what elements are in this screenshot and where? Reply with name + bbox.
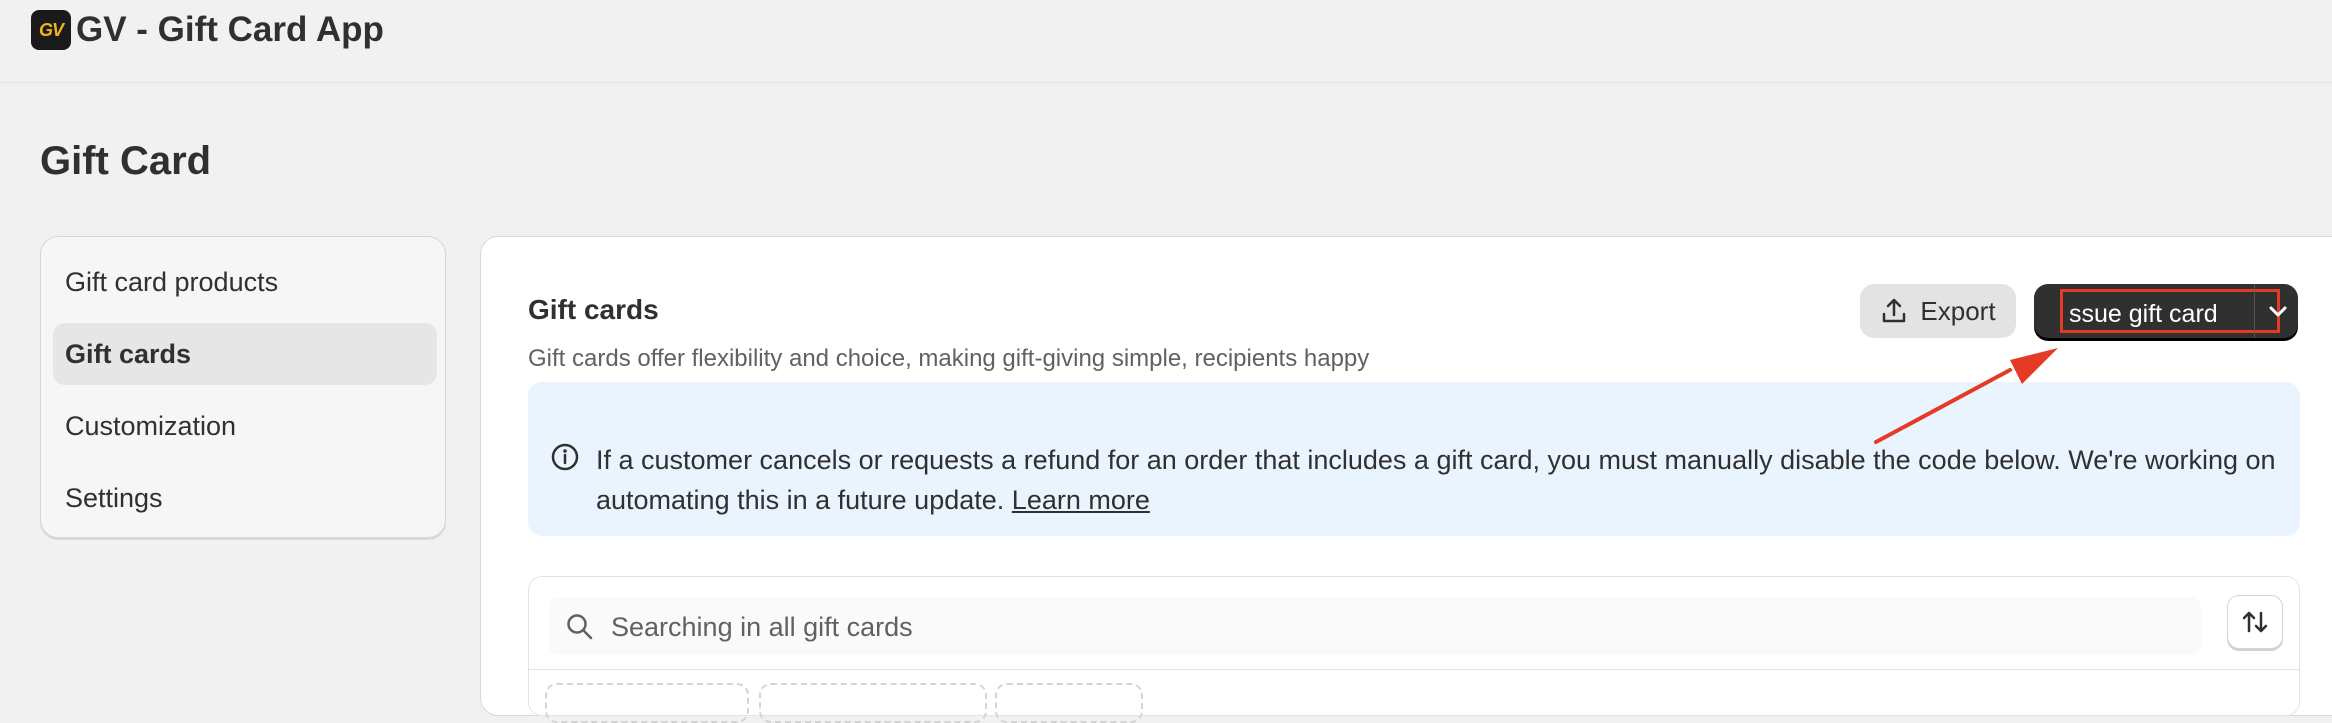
learn-more-link[interactable]: Learn more xyxy=(1012,485,1150,515)
table-divider xyxy=(529,669,2299,670)
sort-button[interactable] xyxy=(2227,595,2283,649)
app-title: GV - Gift Card App xyxy=(76,10,384,49)
section-subtitle: Gift cards offer flexibility and choice,… xyxy=(528,345,1370,372)
chevron-down-icon xyxy=(2269,306,2287,317)
button-divider xyxy=(2254,284,2255,338)
gv-logo: GV xyxy=(31,10,71,50)
sidebar-item-gift-cards[interactable]: Gift cards xyxy=(53,323,437,385)
info-icon xyxy=(551,443,579,471)
banner-text: If a customer cancels or requests a refu… xyxy=(596,445,2276,515)
upload-icon xyxy=(1883,298,1906,323)
search-bar[interactable]: Searching in all gift cards xyxy=(549,597,2201,655)
sort-icon xyxy=(2242,611,2268,633)
sidebar-item-settings[interactable]: Settings xyxy=(53,467,437,529)
gift-card-table: Searching in all gift cards xyxy=(528,576,2300,723)
section-title: Gift cards xyxy=(528,294,659,325)
search-icon xyxy=(567,614,593,640)
app-header: GV GV - Gift Card App xyxy=(0,0,2332,83)
filter-pill[interactable] xyxy=(545,683,749,723)
export-label: Export xyxy=(1920,295,1996,326)
issue-dropdown-toggle[interactable] xyxy=(2258,284,2298,338)
page-title: Gift Card xyxy=(40,139,212,183)
info-banner: If a customer cancels or requests a refu… xyxy=(528,382,2300,536)
sidebar-item-gift-card-products[interactable]: Gift card products xyxy=(53,251,437,313)
filter-pill[interactable] xyxy=(759,683,987,723)
export-button[interactable]: Export xyxy=(1860,284,2016,338)
sidebar-item-customization[interactable]: Customization xyxy=(53,395,437,457)
issue-gift-card-button[interactable]: ssue gift card xyxy=(2034,284,2298,338)
issue-gift-card-label: ssue gift card xyxy=(2060,289,2280,333)
sidebar-nav: Gift card products Gift cards Customizat… xyxy=(40,236,446,538)
banner-message: If a customer cancels or requests a refu… xyxy=(596,440,2286,520)
filter-pill[interactable] xyxy=(995,683,1143,723)
search-input[interactable]: Searching in all gift cards xyxy=(611,612,913,643)
